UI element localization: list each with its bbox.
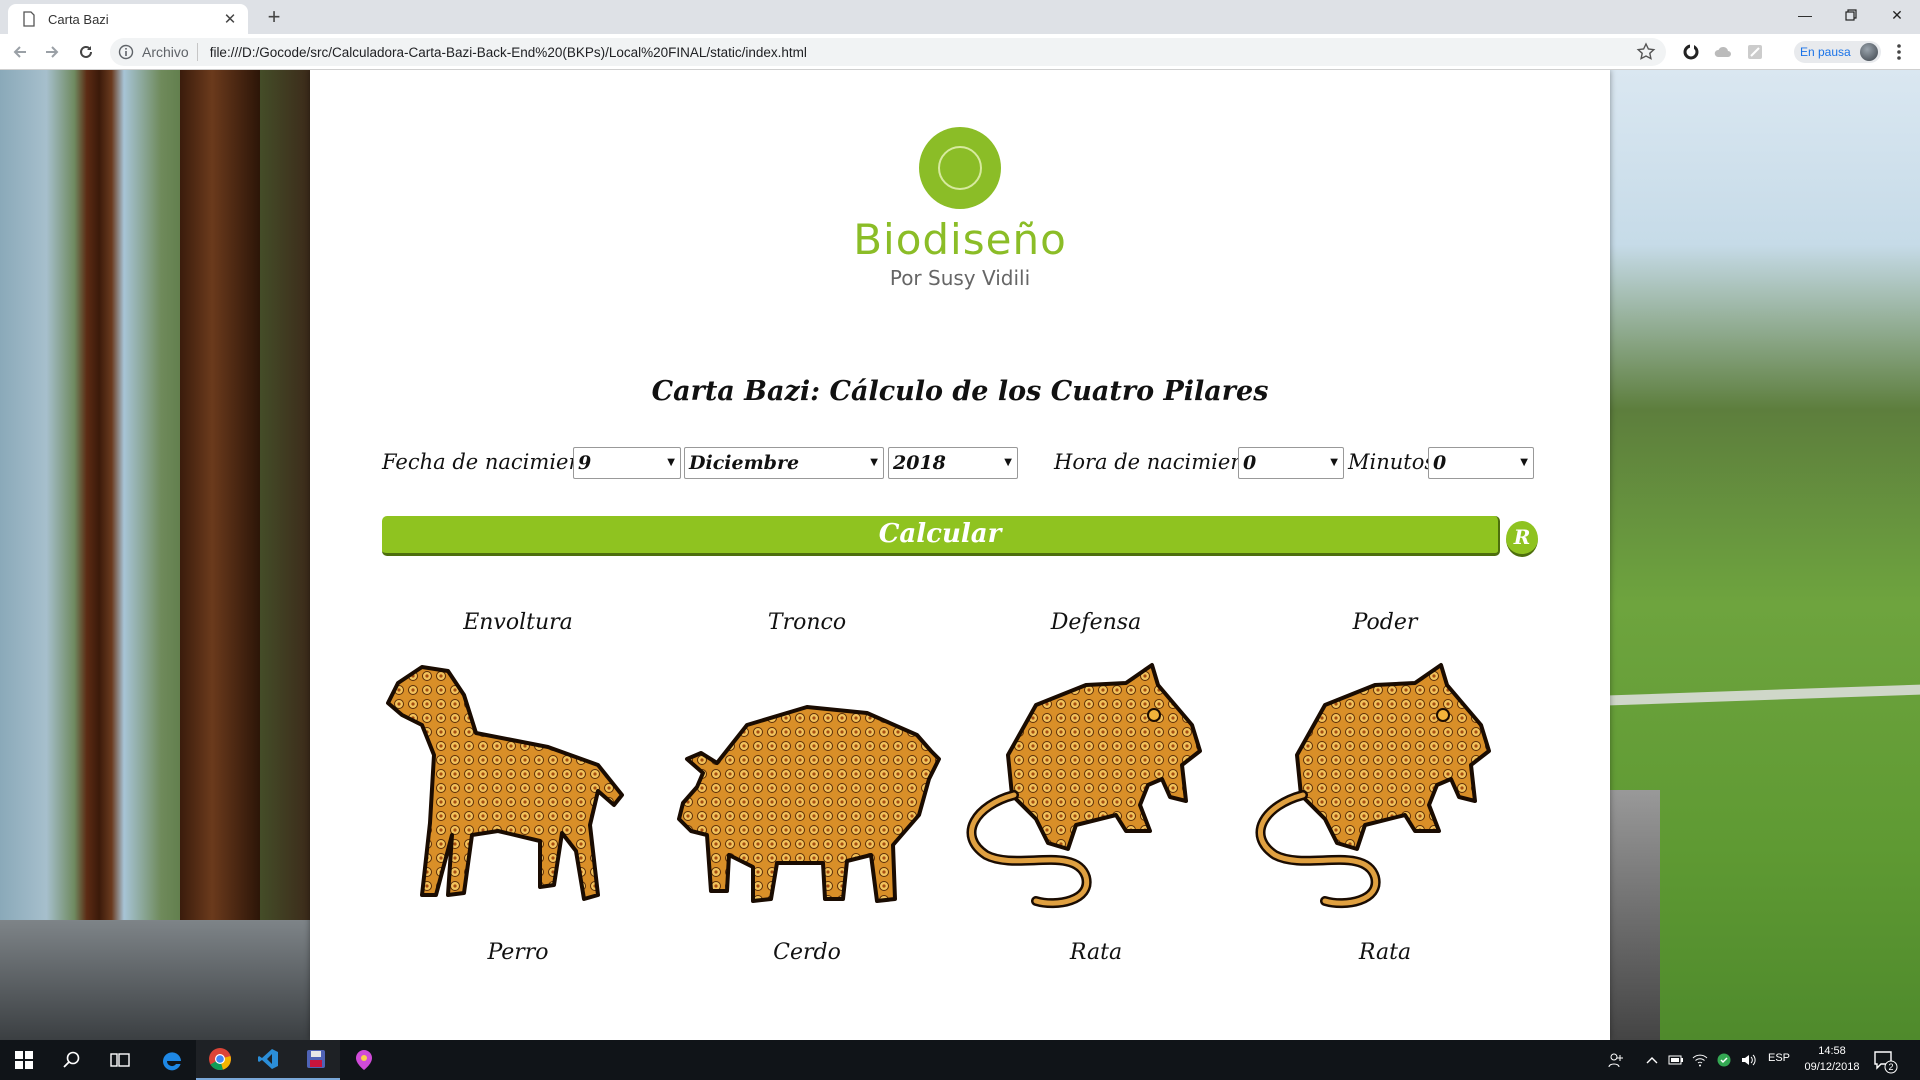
vscode-icon[interactable] <box>244 1040 292 1080</box>
chevron-down-icon: ▼ <box>1004 457 1012 468</box>
pillar-title-tronco: Tronco <box>767 610 847 635</box>
windows-start-icon[interactable] <box>0 1040 48 1080</box>
animal-name-cerdo: Cerdo <box>773 940 841 965</box>
chevron-down-icon: ▼ <box>1330 457 1338 468</box>
back-arrow-icon[interactable] <box>8 40 32 64</box>
page-viewport: Biodiseño Por Susy Vidili Carta Bazi: Cá… <box>0 70 1920 1040</box>
pillar-title-defensa: Defensa <box>1050 610 1142 635</box>
year-select[interactable]: 2018 ▼ <box>888 447 1018 479</box>
day-select[interactable]: 9 ▼ <box>573 447 681 479</box>
brand-logo-icon <box>919 127 1001 209</box>
chevron-down-icon: ▼ <box>870 457 878 468</box>
hour-value: 0 <box>1243 452 1257 474</box>
wifi-icon[interactable] <box>1692 1052 1708 1068</box>
scheme-label: Archivo <box>142 44 189 60</box>
scheme-divider <box>196 43 198 61</box>
battery-icon[interactable] <box>1668 1052 1684 1068</box>
task-view-icon[interactable] <box>96 1040 144 1080</box>
day-value: 9 <box>578 452 592 474</box>
page-title: Carta Bazi: Cálculo de los Cuatro Pilare… <box>651 376 1269 407</box>
month-value: Diciembre <box>689 452 800 474</box>
reload-icon[interactable] <box>74 40 98 64</box>
windows-taskbar: ESP 14:58 09/12/2018 2 <box>0 1040 1920 1080</box>
document-icon <box>23 11 35 27</box>
profile-pause-button[interactable]: En pausa <box>1794 41 1881 63</box>
month-select[interactable]: Diciembre ▼ <box>684 447 884 479</box>
content-panel: Biodiseño Por Susy Vidili Carta Bazi: Cá… <box>310 70 1610 1040</box>
edge-browser-icon[interactable] <box>148 1040 196 1080</box>
clock-date: 09/12/2018 <box>1804 1061 1860 1073</box>
search-icon[interactable] <box>48 1040 96 1080</box>
background-photo-right <box>1610 70 1920 1040</box>
reset-button[interactable]: R <box>1506 521 1538 557</box>
clock-time: 14:58 <box>1818 1045 1846 1057</box>
tab-title: Carta Bazi <box>48 11 109 27</box>
pig-icon <box>677 705 941 903</box>
floppy-app-icon[interactable] <box>292 1040 340 1080</box>
animal-name-rata: Rata <box>1358 940 1412 965</box>
garden-wall <box>1610 790 1660 1040</box>
forward-arrow-icon[interactable] <box>40 40 64 64</box>
close-tab-icon[interactable]: ✕ <box>222 10 238 28</box>
window-frame <box>180 70 260 1040</box>
address-bar[interactable]: Archivo file:///D:/Gocode/src/Calculador… <box>110 38 1666 66</box>
pillar-title-poder: Poder <box>1352 610 1418 635</box>
volume-icon[interactable] <box>1740 1052 1756 1068</box>
minutes-select[interactable]: 0 ▼ <box>1428 447 1534 479</box>
restore-window-icon[interactable] <box>1828 0 1874 30</box>
cloud-extension-icon[interactable] <box>1714 43 1732 61</box>
brand-tagline: Por Susy Vidili <box>889 266 1031 290</box>
browser-tab[interactable]: Carta Bazi ✕ <box>8 4 248 34</box>
chevron-down-icon: ▼ <box>1520 457 1528 468</box>
chevron-down-icon: ▼ <box>667 457 675 468</box>
close-window-icon[interactable]: ✕ <box>1874 0 1920 30</box>
garden-path <box>1610 684 1920 706</box>
maps-pin-icon[interactable] <box>340 1040 388 1080</box>
info-icon[interactable] <box>118 44 134 60</box>
profile-status-label: En pausa <box>1800 45 1851 59</box>
more-menu-icon[interactable] <box>1890 42 1908 62</box>
chrome-browser-icon[interactable] <box>196 1040 244 1080</box>
input-language-indicator[interactable]: ESP <box>1768 1052 1790 1064</box>
animal-name-rata: Rata <box>1069 940 1123 965</box>
people-icon[interactable] <box>1608 1052 1624 1068</box>
background-photo-left <box>0 70 310 1040</box>
dog-icon <box>386 665 624 901</box>
rat-icon <box>1255 663 1491 909</box>
new-tab-button[interactable]: + <box>262 6 286 30</box>
hour-select[interactable]: 0 ▼ <box>1238 447 1344 479</box>
brand-name: Biodiseño <box>853 215 1067 264</box>
tab-strip: Carta Bazi ✕ + — ✕ <box>0 0 1920 34</box>
avatar <box>1859 43 1878 61</box>
sync-status-icon[interactable] <box>1716 1052 1732 1068</box>
minimize-window-icon[interactable]: — <box>1782 0 1828 30</box>
calculate-button[interactable]: Calcular <box>382 516 1500 556</box>
action-center-icon[interactable]: 2 <box>1872 1048 1898 1074</box>
system-clock[interactable]: 14:58 09/12/2018 <box>1796 1043 1868 1075</box>
show-hidden-icons-icon[interactable] <box>1644 1052 1660 1068</box>
url-text[interactable]: file:///D:/Gocode/src/Calculadora-Carta-… <box>210 45 1636 60</box>
puzzle-extension-icon[interactable] <box>1746 43 1764 61</box>
animal-name-perro: Perro <box>487 940 549 965</box>
sync-extension-icon[interactable] <box>1682 43 1700 61</box>
year-value: 2018 <box>893 452 946 474</box>
rat-icon <box>966 663 1202 909</box>
browser-toolbar: Archivo file:///D:/Gocode/src/Calculador… <box>0 34 1920 70</box>
minutes-value: 0 <box>1433 452 1447 474</box>
notification-count: 2 <box>1888 1062 1893 1072</box>
window-sill <box>0 920 310 1040</box>
pillar-title-envoltura: Envoltura <box>463 610 573 635</box>
bookmark-star-icon[interactable] <box>1636 42 1656 62</box>
